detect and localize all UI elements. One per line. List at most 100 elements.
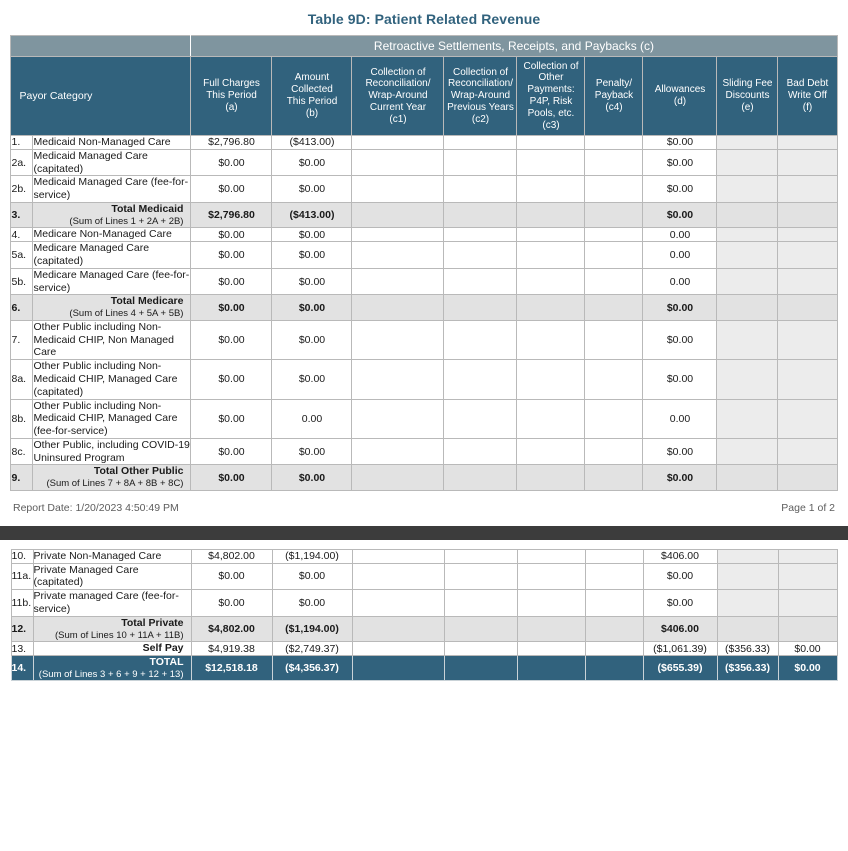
row-label-text: Total Private xyxy=(121,616,184,629)
table-row: 10. Private Non-Managed Care $4,802.00 ($1,… xyxy=(10,548,838,564)
cell-a: $0.00 xyxy=(190,267,273,296)
cell-a: $0.00 xyxy=(190,562,273,591)
cell-d: $0.00 xyxy=(642,319,718,361)
cell-a: $0.00 xyxy=(190,241,273,269)
report-viewport: Table 9D: Patient Related Revenue Retroa… xyxy=(0,0,848,851)
hdr-line: Other xyxy=(538,72,564,84)
cell-a: $4,802.00 xyxy=(190,548,273,564)
table-row: 2a. Medicaid Managed Care (capitated) $0.0… xyxy=(10,148,838,177)
cell-e xyxy=(716,227,779,243)
cell-c1 xyxy=(351,227,445,243)
cell-c1 xyxy=(351,359,445,400)
row-line-number: 11a. xyxy=(10,562,34,591)
row-label-text: Total Other Public xyxy=(93,465,184,478)
cell-f xyxy=(777,589,838,617)
cell-c4 xyxy=(584,398,644,439)
cell-c4 xyxy=(584,201,644,229)
hdr-line: Current Year xyxy=(369,101,427,113)
cell-c2 xyxy=(443,294,518,321)
row-line-number: 4. xyxy=(10,227,34,243)
hdr-line: Penalty/ xyxy=(595,78,633,90)
cell-e xyxy=(716,562,779,591)
table-row: 8b. Other Public including Non-Medicaid C… xyxy=(10,398,838,439)
cell-c2 xyxy=(443,359,518,400)
cell-c1 xyxy=(351,398,445,439)
row-line-number: 12. xyxy=(10,615,34,643)
cell-d: $0.00 xyxy=(642,148,718,177)
row-line-number: 3. xyxy=(10,201,34,229)
cell-d: $0.00 xyxy=(642,175,718,203)
table-row: 8a. Other Public including Non-Medicaid C… xyxy=(10,359,838,400)
cell-c3 xyxy=(516,241,586,269)
cell-c4 xyxy=(584,655,644,682)
cell-f xyxy=(777,201,838,229)
row-label-text: TOTAL xyxy=(149,656,184,669)
row-line-number: 7. xyxy=(10,319,34,361)
cell-d: $0.00 xyxy=(642,135,718,150)
row-payor-label: Medicare Managed Care (fee-for-service) xyxy=(32,267,192,296)
report-page-2: 10. Private Non-Managed Care $4,802.00 ($1,… xyxy=(0,539,848,691)
cell-c2 xyxy=(443,464,518,491)
report-page-1: Table 9D: Patient Related Revenue Retroa… xyxy=(0,0,848,526)
column-header-amount-collected: Amount Collected This Period (b) xyxy=(271,56,353,136)
page-number: Page 1 of 2 xyxy=(781,501,835,514)
cell-c4 xyxy=(584,562,644,591)
cell-c4 xyxy=(584,148,644,177)
cell-c3 xyxy=(516,148,586,177)
row-label-text: Private Non-Managed Care xyxy=(33,549,162,562)
cell-c1 xyxy=(351,464,445,491)
cell-b: $0.00 xyxy=(271,227,353,243)
row-payor-label: Medicare Managed Care (capitated) xyxy=(32,241,192,269)
row-label-text: Self Pay xyxy=(142,642,184,655)
cell-c3 xyxy=(516,464,586,491)
cell-b: ($413.00) xyxy=(271,135,353,150)
cell-a: $0.00 xyxy=(190,464,273,491)
cell-c3 xyxy=(516,359,586,400)
cell-d: $0.00 xyxy=(642,464,718,491)
cell-c4 xyxy=(584,437,644,466)
cell-a: $0.00 xyxy=(190,294,273,321)
row-label-text: Medicare Managed Care (capitated) xyxy=(33,242,150,267)
cell-c3 xyxy=(516,201,586,229)
cell-c3 xyxy=(516,294,586,321)
cell-c4 xyxy=(584,589,644,617)
table-row: 3. Total Medicaid (Sum of Lines 1 + 2A + 2… xyxy=(10,201,838,229)
hdr-line: Wrap-Around xyxy=(450,90,511,102)
row-line-number: 2b. xyxy=(10,175,34,203)
row-payor-label: Medicaid Non-Managed Care xyxy=(32,135,192,150)
cell-c4 xyxy=(584,267,644,296)
row-line-number: 5a. xyxy=(10,241,34,269)
cell-e xyxy=(716,359,779,400)
cell-f xyxy=(777,319,838,361)
row-payor-label: Total Medicare (Sum of Lines 4 + 5A + 5B) xyxy=(32,294,192,321)
cell-c2 xyxy=(443,641,518,657)
cell-c2 xyxy=(443,241,518,269)
hdr-line: Reconciliation/ xyxy=(365,78,431,90)
table-row: 11a. Private Managed Care (capitated) $0.0… xyxy=(10,562,838,591)
hdr-line: Previous Years xyxy=(447,101,514,113)
cell-c1 xyxy=(351,175,445,203)
column-header-sliding-fee-discounts: Sliding Fee Discounts (e) xyxy=(716,56,779,136)
cell-c2 xyxy=(443,562,518,591)
row-payor-label: Private Managed Care (capitated) xyxy=(32,562,192,591)
hdr-line: Bad Debt xyxy=(786,78,829,90)
column-header-full-charges: Full Charges This Period (a) xyxy=(190,56,273,136)
row-line-number: 9. xyxy=(10,464,34,491)
cell-a: $4,919.38 xyxy=(190,641,273,657)
cell-d: 0.00 xyxy=(642,227,718,243)
row-payor-label: Other Public including Non-Medicaid CHIP… xyxy=(32,398,192,439)
table-row: 2b. Medicaid Managed Care (fee-for-servic… xyxy=(10,175,838,203)
cell-d: $0.00 xyxy=(642,359,718,400)
hdr-code: (e) xyxy=(741,101,754,113)
cell-c2 xyxy=(443,589,518,617)
cell-d: ($655.39) xyxy=(642,655,718,682)
cell-c1 xyxy=(351,294,445,321)
cell-a: $2,796.80 xyxy=(190,135,273,150)
hdr-line: Allowances xyxy=(654,84,706,96)
cell-f xyxy=(777,562,838,591)
cell-b: $0.00 xyxy=(271,267,353,296)
cell-f xyxy=(777,175,838,203)
cell-c1 xyxy=(351,655,445,682)
hdr-line: This Period xyxy=(286,96,338,107)
hdr-line: Discounts xyxy=(725,90,770,102)
